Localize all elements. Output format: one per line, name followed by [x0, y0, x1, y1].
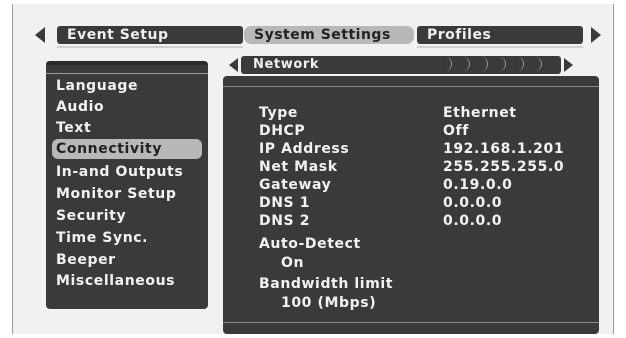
tab-scroll-left-icon[interactable] [35, 27, 45, 43]
panel-bottom-divider [223, 322, 599, 323]
settings-screen: Event Setup System Settings Profiles Lan… [12, 4, 614, 334]
tab-system-settings[interactable]: System Settings [244, 26, 414, 44]
tab-event-setup-label: Event Setup [67, 27, 169, 43]
auto-detect-label: Auto-Detect [259, 236, 361, 252]
bandwidth-limit-label: Bandwidth limit [259, 276, 394, 292]
network-scroll-left-icon[interactable] [229, 58, 238, 72]
gateway-label: Gateway [259, 177, 332, 193]
network-scroll-right-icon[interactable] [564, 58, 573, 72]
tab-scroll-right-icon[interactable] [591, 27, 601, 43]
sidebar-item-in-and-outputs[interactable]: In-and Outputs [56, 162, 183, 182]
tab-profiles-label: Profiles [427, 27, 492, 43]
tab-profiles[interactable]: Profiles [417, 26, 583, 44]
tab-divider-icon [531, 57, 542, 71]
type-label: Type [259, 105, 298, 121]
sidebar-item-audio[interactable]: Audio [56, 97, 104, 117]
tab-underline [417, 46, 583, 48]
dns-1-value[interactable]: 0.0.0.0 [443, 194, 502, 212]
settings-sidebar: Language Audio Text Connectivity In-and … [46, 61, 208, 309]
panel-divider [223, 86, 599, 87]
dhcp-label: DHCP [259, 123, 306, 139]
sidebar-top-border [46, 61, 208, 65]
tab-divider-icon [459, 57, 470, 71]
dns-1-label: DNS 1 [259, 195, 311, 211]
sidebar-divider [46, 73, 208, 74]
tab-divider-icon [513, 57, 524, 71]
auto-detect-value[interactable]: On [281, 254, 304, 272]
net-mask-value[interactable]: 255.255.255.0 [443, 158, 564, 176]
dns-2-label: DNS 2 [259, 213, 311, 229]
sidebar-item-beeper[interactable]: Beeper [56, 250, 116, 270]
tab-event-setup[interactable]: Event Setup [57, 26, 243, 44]
tab-network[interactable]: Network [241, 56, 561, 74]
network-panel: Type Ethernet DHCP Off IP Address 192.16… [223, 76, 599, 334]
gateway-value[interactable]: 0.19.0.0 [443, 176, 512, 194]
dns-2-value[interactable]: 0.0.0.0 [443, 212, 502, 230]
tab-divider-icon [495, 57, 506, 71]
sidebar-item-language[interactable]: Language [56, 76, 138, 96]
tab-divider-icon [441, 57, 452, 71]
sidebar-item-security[interactable]: Security [56, 206, 126, 226]
tab-underline [57, 46, 243, 48]
tab-system-settings-label: System Settings [254, 27, 391, 43]
sidebar-item-monitor-setup[interactable]: Monitor Setup [56, 184, 176, 204]
net-mask-label: Net Mask [259, 159, 338, 175]
sidebar-item-miscellaneous[interactable]: Miscellaneous [56, 271, 175, 291]
bandwidth-limit-value[interactable]: 100 (Mbps) [281, 294, 376, 312]
sidebar-item-connectivity[interactable]: Connectivity [52, 139, 202, 159]
type-value[interactable]: Ethernet [443, 104, 517, 122]
dhcp-value[interactable]: Off [443, 122, 469, 140]
tab-network-label: Network [253, 57, 320, 72]
ip-address-value[interactable]: 192.168.1.201 [443, 140, 564, 158]
ip-address-label: IP Address [259, 141, 350, 157]
tab-divider-icon [477, 57, 488, 71]
sidebar-item-time-sync[interactable]: Time Sync. [56, 228, 148, 248]
sidebar-item-text[interactable]: Text [56, 118, 91, 138]
